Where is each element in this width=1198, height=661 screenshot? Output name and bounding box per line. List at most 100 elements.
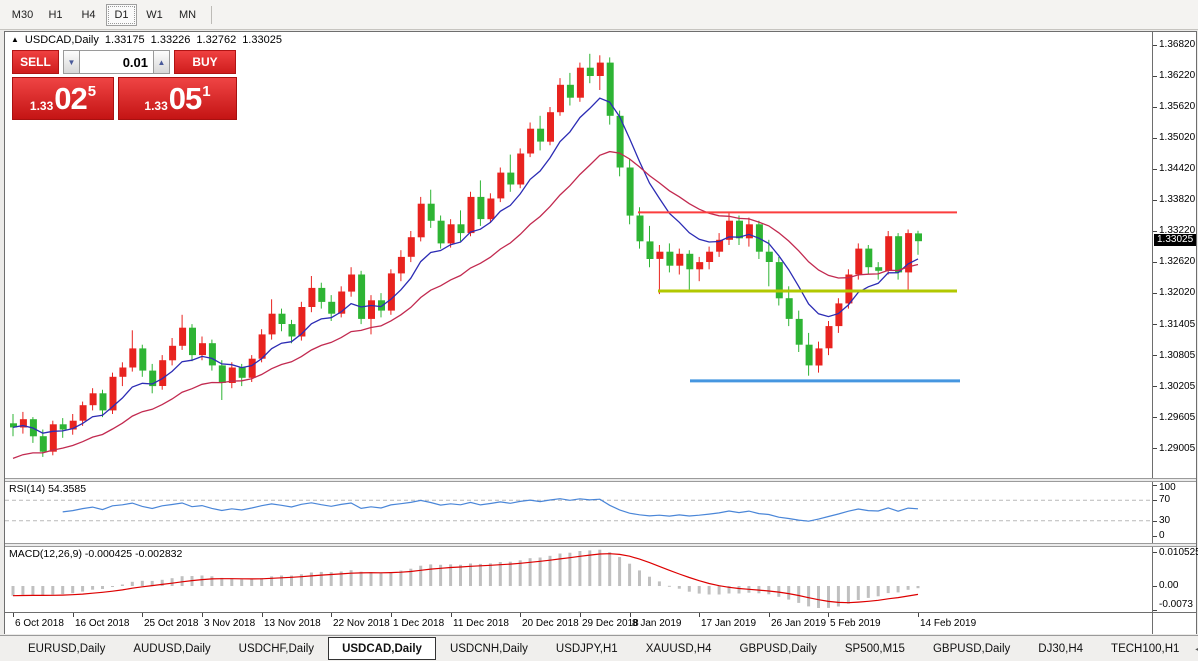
- chevron-down-icon: ▼: [68, 58, 76, 67]
- symbol-tab-gbpusd-daily[interactable]: GBPUSD,Daily: [726, 638, 831, 659]
- symbol-tab-usdjpy-h1[interactable]: USDJPY,H1: [542, 638, 632, 659]
- price-axis-tick: [1153, 231, 1157, 232]
- symbol-tab-audusd-daily[interactable]: AUDUSD,Daily: [119, 638, 224, 659]
- collapse-trade-panel-icon[interactable]: ▲: [11, 35, 19, 45]
- macd-label: MACD(12,26,9) -0.000425 -0.002832: [9, 548, 182, 560]
- chart-window: ▲ USDCAD,Daily 1.33175 1.33226 1.32762 1…: [4, 31, 1197, 634]
- price-axis-tick: [1153, 324, 1157, 325]
- symbol-tab-eurusd-daily[interactable]: EURUSD,Daily: [14, 638, 119, 659]
- price-pane: ▲ USDCAD,Daily 1.33175 1.33226 1.32762 1…: [5, 32, 1152, 478]
- price-axis-tick: [1153, 417, 1157, 418]
- date-axis-tick: [520, 613, 521, 617]
- date-axis-label: 25 Oct 2018: [144, 618, 198, 629]
- volume-increase-button[interactable]: ▲: [153, 50, 170, 74]
- date-axis-label: 20 Dec 2018: [522, 618, 579, 629]
- date-axis-label: 14 Feb 2019: [920, 618, 976, 629]
- date-axis: 6 Oct 201816 Oct 201825 Oct 20183 Nov 20…: [5, 613, 1152, 634]
- chart-low-value: 1.32762: [196, 34, 236, 46]
- price-axis-tick: [1153, 107, 1157, 108]
- sell-button[interactable]: SELL: [12, 50, 59, 74]
- date-axis-tick: [699, 613, 700, 617]
- date-axis-tick: [202, 613, 203, 617]
- date-axis-tick: [769, 613, 770, 617]
- bid-price-button[interactable]: 1.33 02 5: [12, 77, 114, 120]
- rsi-axis: 10070 30 0: [1152, 482, 1196, 543]
- toolbar-separator: [211, 6, 212, 24]
- symbol-tab-sp500-m15[interactable]: SP500,M15: [831, 638, 919, 659]
- timeframe-buttons: M30H1H4D1W1MN: [7, 4, 205, 26]
- price-axis-tick: [1153, 448, 1157, 449]
- timeframe-button-w1[interactable]: W1: [139, 4, 170, 26]
- macd-axis-tick: [1153, 552, 1157, 553]
- symbol-tab-usdcad-daily[interactable]: USDCAD,Daily: [328, 637, 436, 660]
- price-axis-label: 1.32020: [1159, 287, 1195, 298]
- symbol-tab-dj30-h4[interactable]: DJ30,H4: [1024, 638, 1097, 659]
- macd-axis-tick: [1153, 610, 1157, 611]
- rsi-axis-label: 30: [1159, 515, 1170, 526]
- ask-price-major: 1.33: [144, 99, 167, 113]
- timeframe-button-h4[interactable]: H4: [73, 4, 104, 26]
- price-axis-label: 1.36820: [1159, 39, 1195, 50]
- symbol-tab-xauusd-h4[interactable]: XAUUSD,H4: [632, 638, 726, 659]
- volume-input[interactable]: [80, 50, 153, 74]
- macd-pane: MACD(12,26,9) -0.000425 -0.002832: [5, 547, 1152, 612]
- date-axis-tick: [142, 613, 143, 617]
- price-axis-label: 1.36220: [1159, 70, 1195, 81]
- timeframe-button-m30[interactable]: M30: [7, 4, 38, 26]
- tab-scroll-left-icon[interactable]: ◄: [1193, 644, 1198, 654]
- date-axis-tick: [13, 613, 14, 617]
- macd-axis-tick: [1153, 586, 1157, 587]
- chart-symbol-title: USDCAD,Daily: [25, 34, 99, 46]
- price-axis-label: 1.33820: [1159, 194, 1195, 205]
- timeframe-button-h1[interactable]: H1: [40, 4, 71, 26]
- ask-price-point: 1: [202, 83, 210, 100]
- symbol-tab-gbpusd-daily[interactable]: GBPUSD,Daily: [919, 638, 1024, 659]
- symbol-tabbar: EURUSD,DailyAUDUSD,DailyUSDCHF,DailyUSDC…: [0, 635, 1198, 661]
- date-axis-label: 29 Dec 2018: [582, 618, 639, 629]
- date-axis-label: 5 Feb 2019: [830, 618, 881, 629]
- symbol-tab-usdcnh-daily[interactable]: USDCNH,Daily: [436, 638, 542, 659]
- rsi-chart[interactable]: [5, 482, 1152, 543]
- rsi-axis-label: 70: [1159, 494, 1170, 505]
- bid-price-pips: 02: [54, 83, 86, 114]
- bid-price-major: 1.33: [30, 99, 53, 113]
- timeframe-button-d1[interactable]: D1: [106, 4, 137, 26]
- date-axis-tick: [451, 613, 452, 617]
- date-axis-tick: [262, 613, 263, 617]
- chart-close-value: 1.33025: [242, 34, 282, 46]
- rsi-label: RSI(14) 54.3585: [9, 483, 86, 495]
- chart-open-value: 1.33175: [105, 34, 145, 46]
- price-axis-tick: [1153, 45, 1157, 46]
- price-axis-tick: [1153, 262, 1157, 263]
- rsi-axis-label: 100: [1159, 482, 1176, 493]
- price-axis-label: 1.34420: [1159, 163, 1195, 174]
- ask-price-button[interactable]: 1.33 05 1: [118, 77, 237, 120]
- date-axis-tick: [331, 613, 332, 617]
- price-axis-tick: [1153, 355, 1157, 356]
- buy-button[interactable]: BUY: [174, 50, 236, 74]
- date-axis-label: 8 Jan 2019: [632, 618, 682, 629]
- current-price-badge: 1.33025: [1154, 234, 1196, 246]
- macd-axis: 0.0105250.00-0.0073: [1152, 547, 1196, 612]
- rsi-axis-label: 0: [1159, 530, 1165, 541]
- date-axis-tick: [391, 613, 392, 617]
- date-axis-label: 22 Nov 2018: [333, 618, 390, 629]
- macd-axis-label: -0.0073: [1159, 599, 1193, 610]
- price-axis-tick: [1153, 200, 1157, 201]
- symbol-tab-usdchf-daily[interactable]: USDCHF,Daily: [225, 638, 328, 659]
- timeframe-button-mn[interactable]: MN: [172, 4, 203, 26]
- symbol-tab-tech100-h1[interactable]: TECH100,H1: [1097, 638, 1193, 659]
- date-axis-tick: [828, 613, 829, 617]
- price-axis-tick: [1153, 169, 1157, 170]
- date-axis-corner: [1152, 613, 1196, 634]
- date-axis-tick: [580, 613, 581, 617]
- rsi-pane: RSI(14) 54.3585: [5, 482, 1152, 543]
- date-axis-label: 16 Oct 2018: [75, 618, 129, 629]
- volume-decrease-button[interactable]: ▼: [63, 50, 80, 74]
- date-axis-label: 6 Oct 2018: [15, 618, 64, 629]
- date-axis-tick: [73, 613, 74, 617]
- date-axis-label: 1 Dec 2018: [393, 618, 444, 629]
- price-axis-label: 1.35620: [1159, 101, 1195, 112]
- rsi-axis-tick: [1153, 485, 1157, 486]
- bid-price-point: 5: [88, 83, 96, 100]
